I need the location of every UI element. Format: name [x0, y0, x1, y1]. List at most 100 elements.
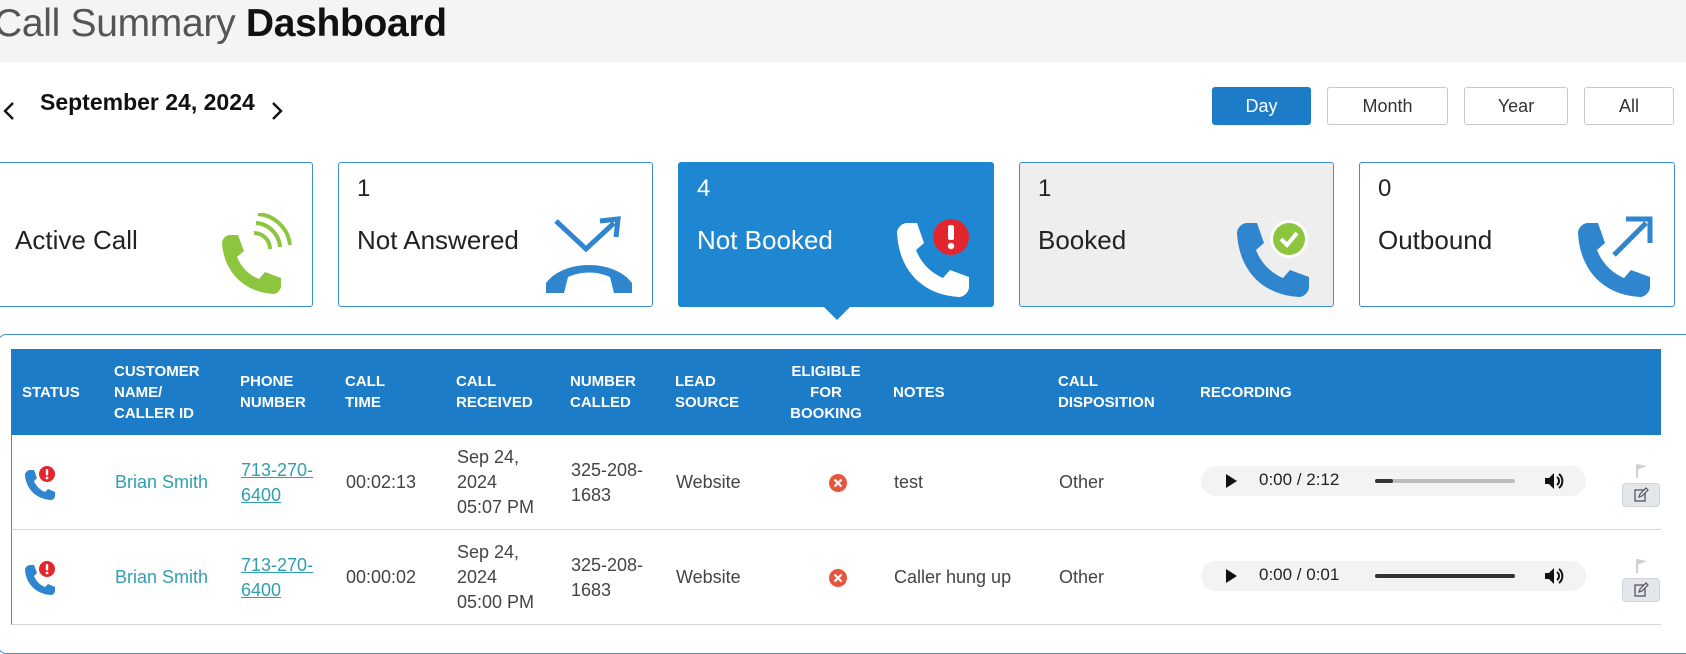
header-notes: NOTES — [893, 383, 945, 401]
period-day-button[interactable]: Day — [1212, 87, 1311, 125]
flag-icon[interactable] — [1635, 463, 1649, 479]
progress-slider[interactable] — [1375, 574, 1515, 578]
header-call-received: CALL RECEIVED — [456, 349, 556, 435]
card-not-booked[interactable]: 4 Not Booked — [678, 162, 994, 307]
eligible-cell — [828, 530, 848, 625]
chevron-left-icon[interactable] — [0, 99, 22, 123]
number-called-line: 1683 — [571, 484, 612, 505]
header-number-called-line: NUMBER — [570, 373, 636, 390]
x-circle-icon — [829, 568, 847, 587]
edit-button[interactable] — [1622, 483, 1660, 507]
audio-player[interactable]: 0:00 / 0:01 — [1201, 561, 1586, 591]
card-booked[interactable]: 1 Booked — [1019, 162, 1334, 307]
notes: test — [894, 472, 924, 492]
header-recording: RECORDING — [1200, 383, 1292, 401]
phone-number-cell: 713-270- 6400 — [241, 435, 313, 530]
customer-name-link[interactable]: Brian Smith — [115, 530, 208, 625]
header-eligible-line: FOR — [810, 383, 842, 401]
active-card-pointer — [823, 306, 851, 320]
number-called-line: 325-208- — [571, 554, 644, 575]
period-month-button[interactable]: Month — [1327, 87, 1448, 125]
period-year-button[interactable]: Year — [1464, 87, 1568, 125]
phone-number-line: 6400 — [241, 484, 282, 505]
header-lead-source: LEAD SOURCE — [675, 349, 765, 435]
audio-player[interactable]: 0:00 / 2:12 — [1201, 466, 1586, 496]
status-cell — [22, 435, 58, 530]
header-disposition-line: CALL — [1058, 373, 1098, 390]
phone-alert-icon — [25, 465, 55, 500]
table-header: STATUS CUSTOMER NAME/CALLER ID PHONE NUMBE… — [11, 349, 1661, 435]
phone-alert-icon — [25, 560, 55, 595]
header-lead-source-line: SOURCE — [675, 394, 740, 411]
card-active-call[interactable]: Active Call — [0, 162, 313, 307]
card-label: Not Answered — [357, 225, 519, 255]
page-title-bold: Dashboard — [245, 2, 447, 45]
card-not-answered[interactable]: 1 Not Answered — [338, 162, 653, 307]
number-called-line: 1683 — [571, 579, 612, 600]
card-count: 1 — [1038, 175, 1052, 202]
table-row: Brian Smith 713-270- 6400 00:00:02 Sep 24… — [11, 530, 1661, 625]
card-count: 4 — [697, 175, 711, 202]
call-received-line: 2024 — [457, 567, 498, 587]
status-cell — [22, 530, 58, 625]
header-call-time-line: TIME — [345, 394, 381, 411]
notes: Caller hung up — [894, 567, 1012, 587]
header-eligible-line: ELIGIBLE — [791, 362, 861, 380]
recording-time: 0:00 / 2:12 — [1259, 470, 1340, 489]
phone-ringing-icon — [204, 212, 294, 299]
header-disposition-line: DISPOSITION — [1058, 394, 1155, 411]
header-customer-line: CALLER ID — [114, 404, 194, 422]
card-outbound[interactable]: 0 Outbound — [1359, 162, 1675, 307]
progress-slider[interactable] — [1375, 479, 1515, 483]
header-phone: PHONE NUMBER — [240, 349, 330, 435]
call-disposition: Other — [1059, 567, 1105, 587]
flag-icon[interactable] — [1635, 558, 1649, 574]
call-time: 00:00:02 — [346, 567, 417, 587]
call-received: Sep 24, 2024 05:00 PM — [457, 530, 534, 625]
date-navigation: September 24, 2024 Day Month Year All — [0, 85, 1686, 131]
header-lead-source-line: LEAD — [675, 373, 716, 390]
call-received-line: 05:07 PM — [457, 497, 535, 517]
header-call-time-line: CALL — [345, 373, 385, 390]
card-count: 1 — [357, 175, 371, 202]
call-received-line: Sep 24, — [457, 542, 520, 562]
card-label: Outbound — [1378, 225, 1493, 255]
phone-number-link[interactable]: 713-270- 6400 — [241, 458, 313, 508]
header-disposition: CALL DISPOSITION — [1058, 349, 1178, 435]
header-eligible: ELIGIBLE FOR BOOKING — [783, 349, 869, 435]
progress-fill — [1375, 479, 1394, 483]
header-customer-line: CUSTOMER — [114, 362, 200, 380]
table-row: Brian Smith 713-270- 6400 00:02:13 Sep 24… — [11, 435, 1661, 530]
volume-icon[interactable] — [1543, 566, 1565, 586]
card-label: Booked — [1038, 225, 1127, 255]
header-number-called-line: CALLED — [570, 394, 631, 411]
edit-icon — [1634, 487, 1649, 502]
call-disposition: Other — [1059, 472, 1105, 492]
number-called-line: 325-208- — [571, 459, 644, 480]
current-date: September 24, 2024 — [40, 89, 255, 115]
chevron-right-icon[interactable] — [264, 99, 288, 123]
play-icon[interactable] — [1223, 568, 1239, 584]
header-eligible-line: BOOKING — [790, 404, 862, 422]
header-status: STATUS — [22, 383, 80, 401]
header-phone-line: NUMBER — [240, 394, 306, 411]
period-all-button[interactable]: All — [1584, 87, 1674, 125]
outbound-call-icon — [1566, 213, 1656, 299]
edit-button[interactable] — [1622, 578, 1660, 602]
volume-icon[interactable] — [1543, 471, 1565, 491]
header-call-time: CALL TIME — [345, 349, 425, 435]
header-call-received-line: CALL — [456, 373, 496, 390]
phone-number-line: 6400 — [241, 579, 282, 600]
play-icon[interactable] — [1223, 473, 1239, 489]
page-title: Call Summary Dashboard — [0, 2, 447, 46]
header-call-received-line: RECEIVED — [456, 394, 533, 411]
phone-check-icon — [1225, 213, 1315, 299]
call-received-line: 2024 — [457, 472, 498, 492]
customer-name-link[interactable]: Brian Smith — [115, 435, 208, 530]
header-customer: CUSTOMER NAME/CALLER ID — [114, 349, 224, 435]
phone-number-link[interactable]: 713-270- 6400 — [241, 553, 313, 603]
card-label: Not Booked — [697, 225, 833, 255]
x-circle-icon — [829, 473, 847, 492]
card-count: 0 — [1378, 175, 1392, 202]
phone-number-line: 713-270- — [241, 459, 314, 480]
